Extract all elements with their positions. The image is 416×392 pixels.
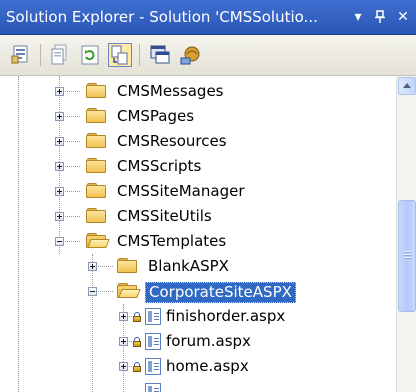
folder-icon (86, 132, 108, 149)
folder-icon (86, 107, 108, 124)
collapse-icon[interactable] (55, 237, 64, 246)
auto-hide-pin-icon[interactable] (371, 0, 389, 35)
folder-icon (86, 207, 108, 224)
vertical-scrollbar[interactable] (396, 76, 416, 392)
expand-icon[interactable] (119, 362, 128, 371)
tree-item-cmsscripts[interactable]: CMSScripts (0, 154, 396, 179)
show-all-files-icon[interactable] (48, 43, 72, 67)
scroll-grip (404, 257, 411, 259)
scroll-grip (404, 251, 411, 253)
solution-explorer-toolbar (0, 35, 416, 76)
expand-icon[interactable] (55, 212, 64, 221)
expand-icon[interactable] (55, 137, 64, 146)
tree-item-corporatesiteaspx[interactable]: CorporateSiteASPX (0, 279, 396, 304)
lock-icon (133, 312, 141, 322)
tree-item-cmsresources[interactable]: CMSResources (0, 129, 396, 154)
solution-explorer-titlebar: Solution Explorer - Solution 'CMSSolutio… (0, 0, 416, 35)
tree-item-cmssitemanager[interactable]: CMSSiteManager (0, 179, 396, 204)
tree-item-label: forum.aspx (166, 332, 251, 350)
expand-icon[interactable] (119, 312, 128, 321)
scroll-up-button[interactable] (398, 77, 416, 95)
folder-icon (117, 257, 139, 274)
tree-item-forum-aspx[interactable]: forum.aspx (0, 329, 396, 354)
aspx-file-icon (145, 308, 161, 325)
tree-item-label: CMSMessages (117, 82, 224, 100)
expand-icon[interactable] (88, 262, 97, 271)
window-title: Solution Explorer - Solution 'CMSSolutio… (6, 8, 318, 26)
scroll-thumb[interactable] (398, 200, 416, 312)
folder-open-icon (117, 282, 141, 299)
tree-item-label: CorporateSiteASPX (145, 282, 296, 303)
expand-icon[interactable] (55, 112, 64, 121)
nest-related-files-icon[interactable] (108, 43, 132, 67)
aspx-file-icon (145, 383, 161, 392)
tree-item-finishorder-aspx[interactable]: finishorder.aspx (0, 304, 396, 329)
solution-tree: CMSMessages CMSPages CMSResources CMSScr… (0, 76, 396, 392)
tree-item-label: CMSTemplates (117, 232, 227, 250)
expand-icon[interactable] (119, 337, 128, 346)
tree-item-cmstemplates[interactable]: CMSTemplates (0, 229, 396, 254)
expand-icon[interactable] (55, 162, 64, 171)
view-designer-icon[interactable] (148, 43, 172, 67)
expand-icon[interactable] (55, 87, 64, 96)
folder-open-icon (86, 232, 110, 249)
tree-item-cmsmessages[interactable]: CMSMessages (0, 79, 396, 104)
lock-icon (133, 362, 141, 372)
tree-item-label: BlankASPX (148, 257, 229, 275)
folder-icon (86, 182, 108, 199)
tree-item-label: CMSResources (117, 132, 227, 150)
tree-item-label: finishorder.aspx (166, 307, 286, 325)
tree-item-blankaspx[interactable]: BlankASPX (0, 254, 396, 279)
window-position-dropdown-icon[interactable]: ▾ (349, 0, 367, 35)
toolbar-separator (40, 44, 41, 66)
folder-icon (86, 157, 108, 174)
tree-item-home-aspx[interactable]: home.aspx (0, 354, 396, 379)
tree-item-label: CMSScripts (117, 157, 202, 175)
expand-icon[interactable] (55, 187, 64, 196)
tree-item-cmssiteutils[interactable]: CMSSiteUtils (0, 204, 396, 229)
tree-item-cmspages[interactable]: CMSPages (0, 104, 396, 129)
folder-icon (86, 82, 108, 99)
close-icon[interactable]: ✕ (394, 0, 412, 35)
scroll-grip (404, 254, 411, 256)
toolbar-separator (139, 44, 140, 66)
collapse-icon[interactable] (88, 287, 97, 296)
copy-website-icon[interactable] (178, 43, 202, 67)
tree-item-label: CMSSiteManager (117, 182, 245, 200)
aspx-file-icon (145, 333, 161, 350)
tree-item-label: CMSSiteUtils (117, 207, 212, 225)
aspx-file-icon (145, 358, 161, 375)
refresh-icon[interactable] (78, 43, 102, 67)
tree-item-label: home.aspx (166, 357, 249, 375)
properties-icon[interactable] (9, 43, 33, 67)
tree-item-label: CMSPages (117, 107, 195, 125)
lock-icon (133, 337, 141, 347)
tree-item-partial[interactable] (0, 379, 396, 392)
